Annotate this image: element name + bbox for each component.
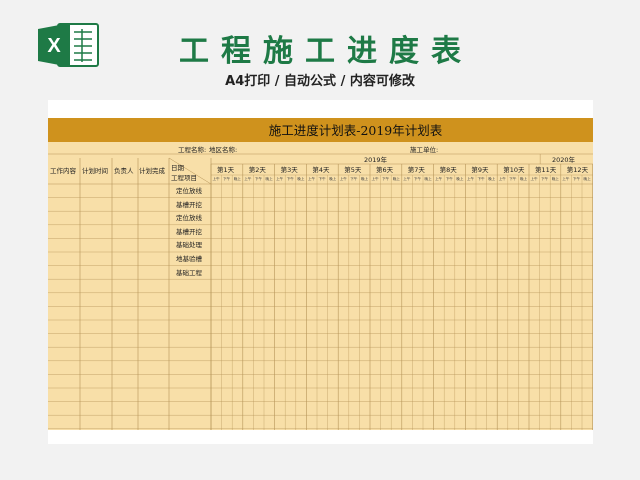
time-slot-label: 晚上 (583, 177, 591, 181)
time-slot-label: 上午 (466, 177, 475, 181)
time-slot-label: 晚上 (265, 177, 273, 181)
week-label: 第11天 (535, 166, 557, 174)
time-slot-label: 晚上 (297, 177, 305, 181)
week-label: 第2天 (248, 166, 266, 174)
project-item-cell: 基槽开挖 (176, 227, 202, 236)
time-slot-label: 晚上 (551, 177, 559, 181)
time-slot-label: 上午 (371, 177, 379, 181)
time-slot-label: 晚上 (519, 177, 528, 181)
week-label: 第10天 (503, 166, 525, 174)
diagonal-header-date: 日期 (171, 164, 184, 172)
year-2019-label: 2019年 (364, 156, 388, 164)
week-label: 第12天 (566, 166, 589, 174)
schedule-grid (48, 153, 593, 430)
time-slot-label: 下午 (350, 177, 358, 181)
time-slot-label: 晚上 (456, 177, 464, 181)
time-slot-label: 上午 (339, 177, 347, 181)
time-slot-label: 下午 (541, 177, 549, 181)
project-item-cell: 基槽开挖 (176, 200, 202, 209)
time-slot-label: 下午 (223, 177, 231, 181)
diagonal-header-project-item: 工程项目 (171, 174, 197, 182)
sheet-title: 施工进度计划表-2019年计划表 (268, 123, 443, 138)
week-label: 第3天 (280, 166, 298, 174)
time-slot-label: 下午 (318, 177, 326, 181)
time-slot-label: 下午 (286, 177, 294, 181)
time-slot-label: 上午 (276, 177, 284, 181)
time-slot-label: 晚上 (329, 177, 337, 181)
time-slot-label: 下午 (382, 177, 390, 181)
page-subtitle: A4打印 / 自动公式 / 内容可修改 (225, 74, 415, 89)
time-slot-label: 晚上 (360, 177, 369, 181)
page-title: 工程施工进度表 (179, 34, 473, 69)
time-slot-label: 下午 (254, 177, 263, 181)
time-slot-label: 上午 (530, 177, 538, 181)
project-item-cell: 基础工程 (176, 268, 202, 277)
time-slot-label: 上午 (435, 177, 443, 181)
project-item-cell: 地基验槽 (176, 255, 202, 263)
time-slot-label: 晚上 (488, 177, 496, 181)
time-slot-label: 晚上 (424, 177, 432, 181)
schedule-table: 工程名称: 地区名称: 施工单位: 2019年 2020年 工作内容 计划时间 … (48, 142, 593, 430)
project-name-label: 工程名称: (178, 146, 207, 154)
year-2020-label: 2020年 (552, 156, 576, 164)
time-slot-label: 晚上 (392, 177, 400, 181)
project-item-cell: 基础处理 (176, 241, 202, 250)
week-label: 第1天 (217, 166, 235, 174)
time-slot-label: 晚上 (233, 177, 241, 181)
region-name-label: 地区名称: (209, 146, 238, 154)
week-label: 第8天 (439, 166, 457, 174)
column-header-work-content: 工作内容 (50, 167, 76, 175)
time-slot-label: 下午 (413, 177, 422, 181)
time-slot-label: 上午 (403, 177, 411, 181)
time-slot-label: 上午 (244, 177, 252, 181)
project-item-cell: 定位放线 (176, 214, 202, 223)
time-slot-label: 下午 (572, 177, 581, 181)
column-header-plan-complete: 计划完成 (139, 167, 165, 175)
time-slot-label: 上午 (307, 177, 316, 181)
time-slot-label: 上午 (212, 177, 220, 181)
time-slot-label: 下午 (445, 177, 453, 181)
week-label: 第5天 (344, 166, 362, 174)
construction-company-label: 施工单位: (410, 146, 439, 154)
time-slot-label: 上午 (498, 177, 506, 181)
week-label: 第9天 (471, 166, 489, 174)
week-label: 第7天 (407, 166, 425, 174)
time-slot-label: 下午 (477, 177, 485, 181)
time-slot-label: 下午 (509, 177, 517, 181)
time-slot-label: 上午 (562, 177, 570, 181)
week-label: 第6天 (376, 166, 394, 174)
project-item-cell: 定位放线 (176, 187, 202, 195)
column-header-owner: 负责人 (114, 167, 134, 175)
week-label: 第4天 (312, 166, 330, 174)
spreadsheet-preview: 施工进度计划表-2019年计划表 工程名称: 地区名称: 施工单位: 2019年… (48, 100, 593, 444)
column-header-plan-time: 计划时间 (82, 167, 108, 175)
